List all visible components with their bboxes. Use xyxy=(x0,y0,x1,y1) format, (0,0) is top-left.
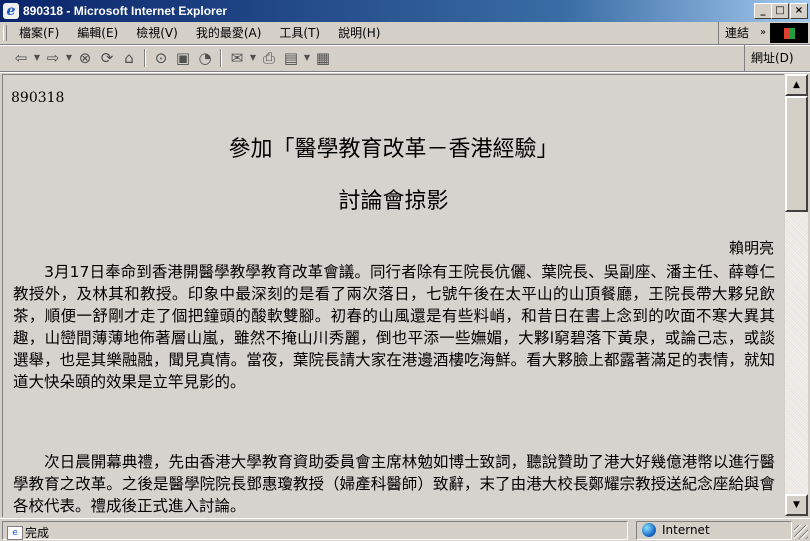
document-subtitle: 討論會掠影 xyxy=(338,189,449,214)
scroll-thumb[interactable] xyxy=(785,96,808,212)
minimize-button[interactable]: _ xyxy=(754,3,772,19)
edit-dropdown-icon[interactable]: ▼ xyxy=(302,48,312,68)
vertical-scrollbar[interactable]: ▲ ▼ xyxy=(785,74,808,516)
page-done-icon: e xyxy=(7,526,23,540)
document-author: 賴明亮 xyxy=(728,239,774,257)
status-bar: e 完成 Internet xyxy=(0,518,810,541)
links-toolbar-label[interactable]: 連結 xyxy=(718,22,749,44)
page-content: 890318 參加「醫學教育改革－香港經驗」 討論會掠影 賴明亮 3月17日奉命… xyxy=(2,74,784,517)
menu-grip[interactable] xyxy=(3,25,7,41)
internet-zone-icon xyxy=(642,523,656,537)
forward-arrow-icon[interactable]: ⇨ xyxy=(42,48,64,68)
window-title: 890318 - Microsoft Internet Explorer xyxy=(23,4,228,18)
mail-dropdown-icon[interactable]: ▼ xyxy=(248,48,258,68)
history-icon[interactable]: ◔ xyxy=(194,48,216,68)
back-arrow-icon[interactable]: ⇦ xyxy=(10,48,32,68)
scroll-up-button[interactable]: ▲ xyxy=(785,74,808,96)
maximize-button[interactable]: □ xyxy=(771,3,789,19)
status-text: 完成 xyxy=(25,526,50,540)
windows-flag-icon xyxy=(784,28,795,39)
toolbar-separator xyxy=(144,49,146,67)
menu-favorites[interactable]: 我的最愛(A) xyxy=(187,22,271,44)
favorites-folder-icon[interactable]: ▣ xyxy=(172,48,194,68)
ie-logo-icon: e xyxy=(3,3,19,19)
refresh-icon[interactable]: ⟳ xyxy=(96,48,118,68)
document-title: 參加「醫學教育改革－香港經驗」 xyxy=(228,137,559,162)
status-text-pane: e 完成 xyxy=(2,521,628,540)
security-zone: Internet xyxy=(662,523,710,537)
toolbar-separator xyxy=(220,49,222,67)
back-dropdown-icon[interactable]: ▼ xyxy=(32,48,42,68)
search-icon[interactable]: ⊙ xyxy=(150,48,172,68)
address-label[interactable]: 網址(D) xyxy=(744,45,794,71)
discuss-icon[interactable]: ▦ xyxy=(312,48,334,68)
mail-icon[interactable]: ✉ xyxy=(226,48,248,68)
menu-edit[interactable]: 編輯(E) xyxy=(68,22,127,44)
home-icon[interactable]: ⌂ xyxy=(118,48,140,68)
menu-help[interactable]: 說明(H) xyxy=(329,22,389,44)
print-icon[interactable]: ⎙ xyxy=(258,48,280,68)
menu-bar: 檔案(F) 編輯(E) 檢視(V) 我的最愛(A) 工具(T) 說明(H) 連結… xyxy=(0,22,810,45)
close-button[interactable]: × xyxy=(790,3,808,19)
title-bar[interactable]: e 890318 - Microsoft Internet Explorer _… xyxy=(0,0,810,22)
document-id: 890318 xyxy=(11,90,65,106)
windows-logo-throbber xyxy=(770,23,808,43)
standard-toolbar: ⇦ ▼ ⇨ ▼ ⊗ ⟳ ⌂ ⊙ ▣ ◔ ✉ ▼ ⎙ ▤ ▼ ▦ 網址(D) xyxy=(0,45,810,72)
menu-view[interactable]: 檢視(V) xyxy=(127,22,187,44)
links-chevron-icon[interactable]: » xyxy=(760,22,766,44)
edit-icon[interactable]: ▤ xyxy=(280,48,302,68)
stop-icon[interactable]: ⊗ xyxy=(74,48,96,68)
menu-file[interactable]: 檔案(F) xyxy=(10,22,68,44)
scroll-down-button[interactable]: ▼ xyxy=(785,494,808,516)
paragraph: 3月17日奉命到香港開醫學教學教育改革會議。同行者除有王院長伉儷、葉院長、吳副座… xyxy=(13,263,775,391)
resize-grip[interactable] xyxy=(794,525,808,539)
paragraph: 次日晨開幕典禮，先由香港大學教育資助委員會主席林勉如博士致詞，聽說贊助了港大好幾… xyxy=(13,453,775,515)
zone-pane xyxy=(636,521,792,540)
forward-dropdown-icon[interactable]: ▼ xyxy=(64,48,74,68)
menu-tools[interactable]: 工具(T) xyxy=(270,22,329,44)
